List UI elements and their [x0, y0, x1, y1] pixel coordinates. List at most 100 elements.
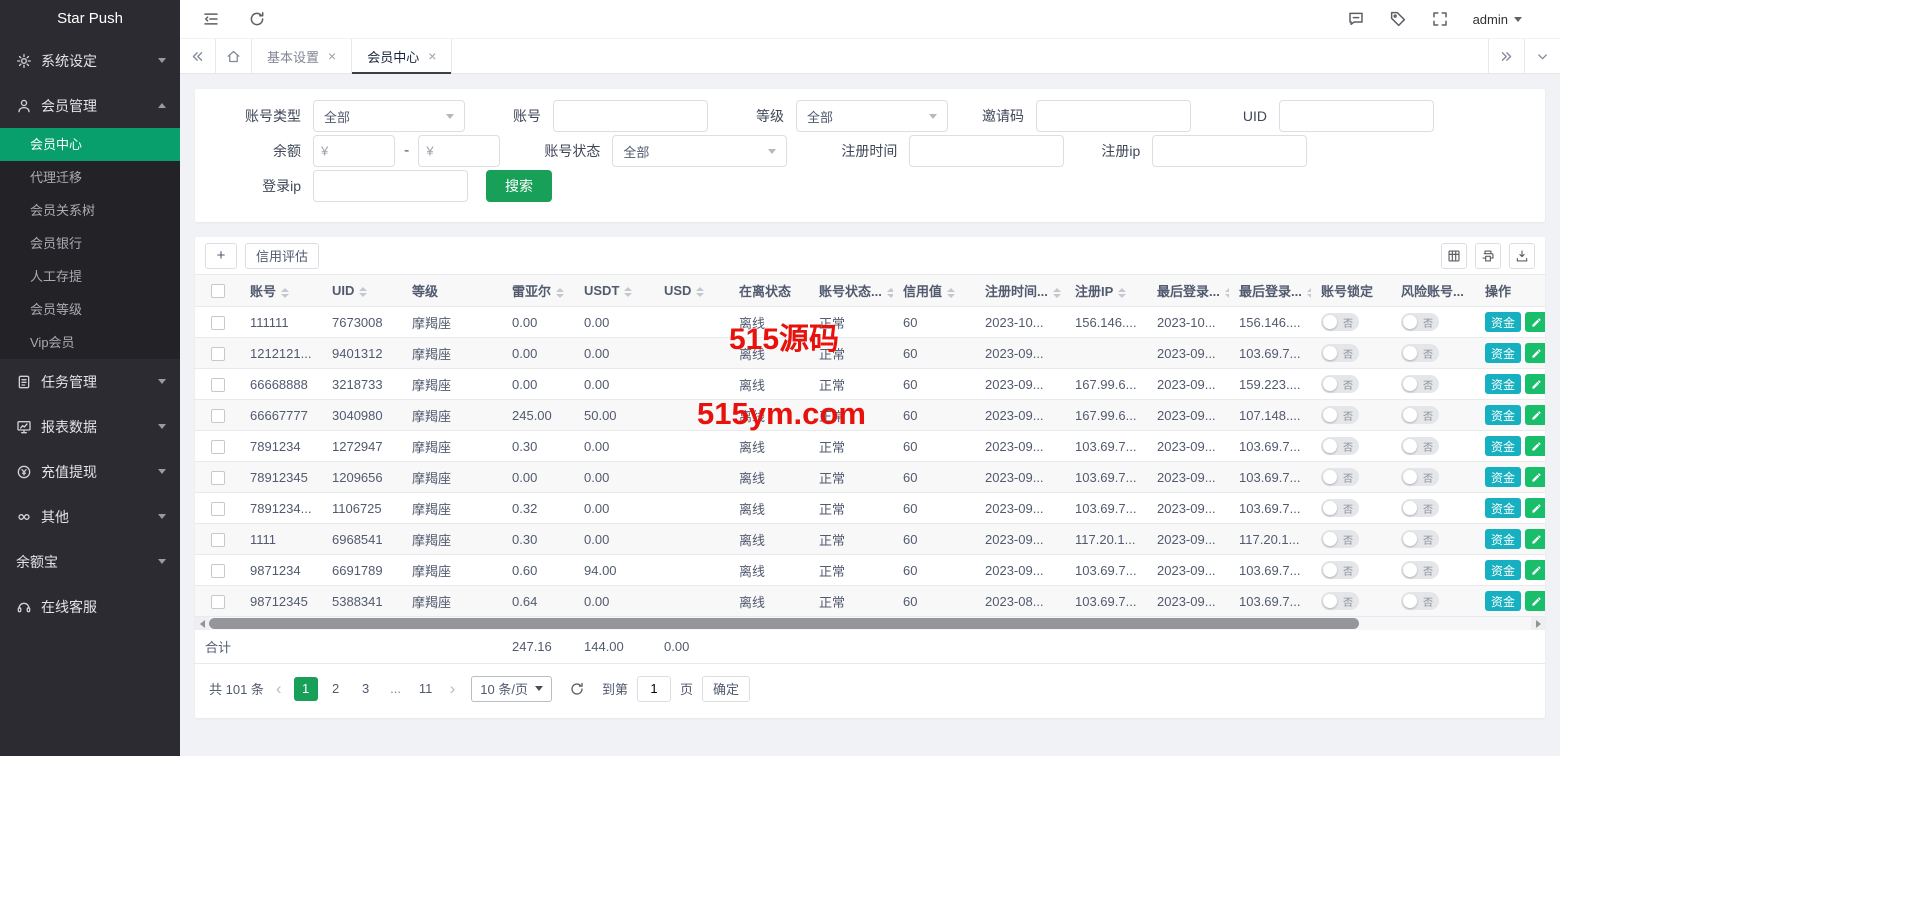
sidebar-subitem-1[interactable]: 代理迁移	[0, 161, 180, 194]
register-time-input[interactable]	[909, 135, 1064, 167]
level-select[interactable]: 全部	[796, 100, 948, 132]
sidebar-subitem-2[interactable]: 会员关系树	[0, 194, 180, 227]
risk-toggle[interactable]: 否	[1401, 592, 1439, 610]
sidebar-subitem-6[interactable]: Vip会员	[0, 326, 180, 359]
fund-button[interactable]: 资金	[1485, 529, 1521, 549]
close-icon[interactable]: ×	[328, 49, 336, 63]
prev-page-icon[interactable]: ‹	[273, 680, 285, 697]
locked-toggle[interactable]: 否	[1321, 406, 1359, 424]
edit-button[interactable]	[1525, 467, 1545, 487]
edit-button[interactable]	[1525, 343, 1545, 363]
edit-button[interactable]	[1525, 591, 1545, 611]
horizontal-scrollbar[interactable]	[195, 617, 1545, 630]
sidebar-item-6[interactable]: 余额宝	[0, 539, 180, 584]
uid-input[interactable]	[1279, 100, 1434, 132]
edit-button[interactable]	[1525, 498, 1545, 518]
tabs-scroll-left-icon[interactable]	[180, 39, 216, 73]
message-icon[interactable]	[1347, 10, 1365, 28]
risk-toggle[interactable]: 否	[1401, 468, 1439, 486]
fund-button[interactable]: 资金	[1485, 591, 1521, 611]
column-header-5[interactable]: USDT	[574, 275, 654, 307]
scroll-left-arrow[interactable]	[195, 617, 209, 630]
locked-toggle[interactable]: 否	[1321, 592, 1359, 610]
fullscreen-icon[interactable]	[1431, 10, 1449, 28]
close-icon[interactable]: ×	[428, 49, 436, 63]
column-header-13[interactable]: 最后登录...	[1229, 275, 1311, 307]
edit-button[interactable]	[1525, 436, 1545, 456]
home-tab-icon[interactable]	[216, 39, 252, 73]
sort-icon[interactable]	[1225, 288, 1229, 298]
column-header-12[interactable]: 最后登录...	[1147, 275, 1229, 307]
user-menu[interactable]: admin	[1473, 12, 1522, 27]
confirm-button[interactable]: 确定	[702, 676, 750, 702]
sidebar-item-1[interactable]: 会员管理	[0, 83, 180, 128]
sidebar-item-2[interactable]: 任务管理	[0, 359, 180, 404]
account-input[interactable]	[553, 100, 708, 132]
goto-page-input[interactable]	[637, 676, 671, 702]
fund-button[interactable]: 资金	[1485, 560, 1521, 580]
credit-eval-button[interactable]: 信用评估	[245, 243, 319, 269]
print-icon[interactable]	[1475, 243, 1501, 269]
export-icon[interactable]	[1509, 243, 1535, 269]
column-header-11[interactable]: 注册IP	[1065, 275, 1147, 307]
column-header-4[interactable]: 雷亚尔	[502, 275, 574, 307]
account-type-select[interactable]: 全部	[313, 100, 465, 132]
locked-toggle[interactable]: 否	[1321, 313, 1359, 331]
column-header-9[interactable]: 信用值	[893, 275, 975, 307]
row-checkbox[interactable]	[211, 595, 225, 609]
sort-icon[interactable]	[947, 288, 955, 298]
locked-toggle[interactable]: 否	[1321, 530, 1359, 548]
tag-icon[interactable]	[1389, 10, 1407, 28]
fund-button[interactable]: 资金	[1485, 498, 1521, 518]
page-button-1[interactable]: 1	[294, 677, 318, 701]
risk-toggle[interactable]: 否	[1401, 561, 1439, 579]
sort-icon[interactable]	[556, 288, 564, 298]
column-header-2[interactable]: UID	[322, 275, 402, 307]
page-button-2[interactable]: 2	[324, 677, 348, 701]
locked-toggle[interactable]: 否	[1321, 344, 1359, 362]
sort-icon[interactable]	[624, 287, 632, 297]
select-all-checkbox[interactable]	[211, 284, 225, 298]
fund-button[interactable]: 资金	[1485, 343, 1521, 363]
row-checkbox[interactable]	[211, 533, 225, 547]
edit-button[interactable]	[1525, 560, 1545, 580]
tab-0[interactable]: 基本设置×	[252, 39, 352, 73]
locked-toggle[interactable]: 否	[1321, 375, 1359, 393]
refresh-icon[interactable]	[248, 10, 266, 28]
row-checkbox[interactable]	[211, 409, 225, 423]
scrollbar-thumb[interactable]	[209, 618, 1359, 629]
edit-button[interactable]	[1525, 374, 1545, 394]
risk-toggle[interactable]: 否	[1401, 499, 1439, 517]
register-ip-input[interactable]	[1152, 135, 1307, 167]
row-checkbox[interactable]	[211, 471, 225, 485]
edit-button[interactable]	[1525, 405, 1545, 425]
tabs-menu-icon[interactable]	[1524, 39, 1560, 73]
edit-button[interactable]	[1525, 312, 1545, 332]
row-checkbox[interactable]	[211, 440, 225, 454]
row-checkbox[interactable]	[211, 564, 225, 578]
column-header-6[interactable]: USD	[654, 275, 729, 307]
fund-button[interactable]: 资金	[1485, 374, 1521, 394]
sort-icon[interactable]	[1053, 288, 1061, 298]
sort-icon[interactable]	[1118, 288, 1126, 298]
sidebar-item-4[interactable]: 充值提现	[0, 449, 180, 494]
sort-icon[interactable]	[887, 288, 893, 298]
risk-toggle[interactable]: 否	[1401, 344, 1439, 362]
sidebar-subitem-4[interactable]: 人工存提	[0, 260, 180, 293]
column-header-8[interactable]: 账号状态...	[809, 275, 893, 307]
next-page-icon[interactable]: ›	[447, 680, 459, 697]
columns-icon[interactable]	[1441, 243, 1467, 269]
sidebar-item-3[interactable]: 报表数据	[0, 404, 180, 449]
tabs-scroll-right-icon[interactable]	[1488, 39, 1524, 73]
scroll-right-arrow[interactable]	[1531, 617, 1545, 630]
collapse-sidebar-icon[interactable]	[202, 10, 220, 28]
risk-toggle[interactable]: 否	[1401, 530, 1439, 548]
row-checkbox[interactable]	[211, 502, 225, 516]
row-checkbox[interactable]	[211, 378, 225, 392]
sidebar-item-5[interactable]: 其他	[0, 494, 180, 539]
locked-toggle[interactable]: 否	[1321, 468, 1359, 486]
locked-toggle[interactable]: 否	[1321, 437, 1359, 455]
invite-code-input[interactable]	[1036, 100, 1191, 132]
sidebar-subitem-0[interactable]: 会员中心	[0, 128, 180, 161]
row-checkbox[interactable]	[211, 347, 225, 361]
